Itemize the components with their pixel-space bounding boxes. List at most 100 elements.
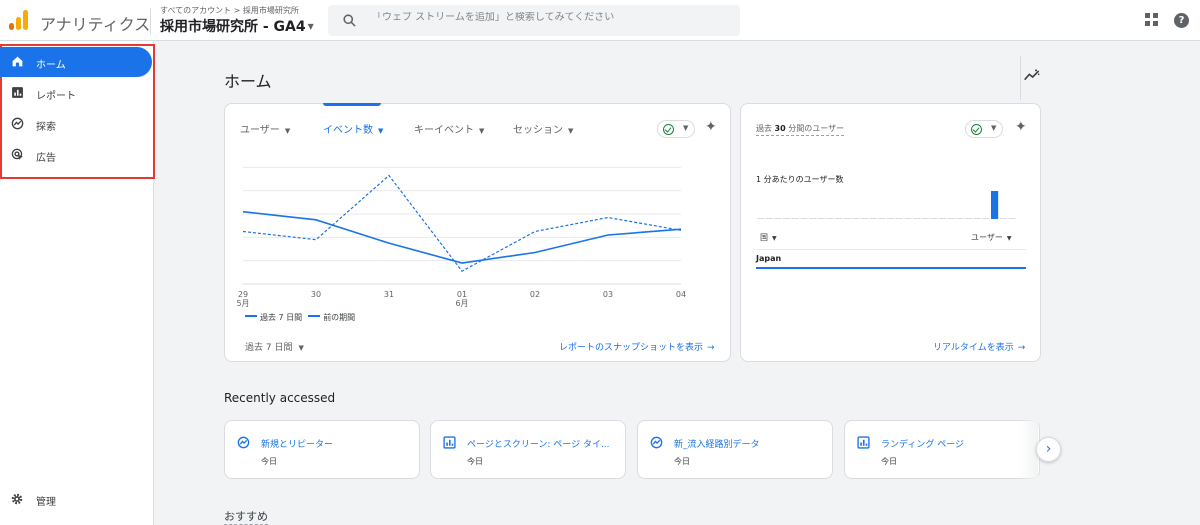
sidebar-item-home[interactable]: ホーム [0,47,152,77]
date-range-selector[interactable]: 過去 7 日間 ▼ [245,340,304,353]
minute-bar [878,218,886,219]
chevron-down-icon: ▼ [1006,235,1012,242]
minute-bar [783,218,791,219]
recent-item-date: 今日 [467,457,483,466]
minute-bar [791,218,799,219]
sidebar-item-explore[interactable]: 探索 [0,109,152,139]
apps-grid-icon[interactable] [1145,13,1159,27]
minute-bar [887,218,895,219]
search-icon [343,14,356,27]
sidebar-item-label: 探索 [36,122,56,133]
x-tick-label: 02 [529,290,541,299]
minute-bar [895,218,903,219]
realtime-title-prefix: 過去 [756,124,772,133]
minute-bar [757,218,765,219]
minute-bar [774,218,782,219]
admin-label: 管理 [36,497,56,508]
sidebar-item-label: 広告 [36,153,56,164]
recent-item-title: ランディング ページ [881,440,965,450]
chart-legend: 過去 7 日間 前の期間 [245,312,355,323]
recent-item-card[interactable]: ページとスクリーン: ページ タイ... 今日 [430,420,626,479]
x-tick-label: 01 6月 [455,290,469,308]
sidebar-item-advertising[interactable]: 広告 [0,140,152,170]
minute-bar [982,218,990,219]
recent-item-date: 今日 [881,457,897,466]
minute-bar [843,218,851,219]
x-tick-label: 30 [310,290,322,299]
divider [150,8,151,34]
realtime-title-number: 30 [774,124,786,133]
search-box[interactable] [328,5,740,36]
bar-chart-icon [12,87,23,98]
page-title: ホーム [224,72,272,91]
date-range-label: 過去 7 日間 [245,343,293,353]
users-column-header[interactable]: ユーザー ▼ [971,232,1011,243]
minute-bar [835,218,843,219]
column-label: ユーザー [971,233,1003,242]
minute-bar [765,218,773,219]
app-title: アナリティクス [40,15,151,34]
divider [756,249,1026,250]
minute-bar [973,218,981,219]
recent-item-title: 新_流入経路別データ [674,440,760,450]
breadcrumb[interactable]: すべてのアカウント > 採用市場研究所 [160,5,299,16]
recently-accessed-title: Recently accessed [224,391,336,405]
minute-bar [999,218,1007,219]
minute-bar [800,218,808,219]
country-column-header[interactable]: 国 ▼ [760,232,777,243]
x-tick-label: 29 5月 [236,290,250,308]
minute-bar [861,218,869,219]
property-name: 採用市場研究所 - GA4 [160,19,306,35]
minute-bar [1008,218,1016,219]
recent-item-card[interactable]: 新_流入経路別データ 今日 [637,420,833,479]
data-quality-dropdown[interactable]: ▼ [965,120,1003,138]
minute-bar [939,218,947,219]
check-circle-icon [971,124,982,135]
recent-item-title: ページとスクリーン: ページ タイ... [467,440,610,450]
gear-icon [11,493,23,505]
recent-item-card[interactable]: ランディング ページ 今日 [844,420,1040,479]
sidebar-item-reports[interactable]: レポート [0,78,152,108]
recent-item-title: 新規とリピーター [261,440,334,450]
sidebar: ホーム レポート 探索 広告 管理 [0,41,155,525]
chevron-down-icon: ▼ [772,235,777,242]
series-line-previous [242,174,682,272]
recent-item-card[interactable]: 新規とリピーター 今日 [224,420,420,479]
sparkle-icon[interactable]: ✦ [1015,119,1027,135]
chevron-right-icon: › [1045,441,1052,457]
legend-current: 過去 7 日間 [260,313,303,322]
search-input[interactable] [372,12,722,23]
minute-bar [852,218,860,219]
chevron-down-icon: ▼ [307,22,314,31]
sidebar-item-label: ホーム [36,60,66,71]
sidebar-item-label: レポート [36,91,76,102]
realtime-title: 過去 30 分間のユーザー [756,123,845,136]
explore-icon [650,436,663,449]
sidebar-item-admin[interactable]: 管理 [0,488,152,510]
country-row-bar [756,267,1026,269]
minute-bar [817,218,825,219]
minute-bar [965,218,973,219]
legend-solid-swatch [245,315,257,317]
x-tick-label: 31 [383,290,395,299]
bar-chart-icon [443,436,456,449]
next-arrow-button[interactable]: › [1036,437,1061,462]
minute-bar [913,218,921,219]
line-chart [242,166,682,285]
insights-icon[interactable] [1024,68,1040,82]
view-snapshot-link[interactable]: レポートのスナップショットを表示 → [559,340,715,353]
chevron-down-icon: ▼ [298,344,304,352]
view-realtime-link[interactable]: リアルタイムを表示 → [933,340,1025,353]
analytics-logo-icon[interactable] [9,10,29,30]
minute-bar [869,218,877,219]
legend-dashed-swatch [308,315,321,317]
country-row: Japan [756,254,782,263]
property-selector[interactable]: 採用市場研究所 - GA4 ▼ [160,16,314,36]
recent-item-date: 今日 [674,457,690,466]
explore-icon [237,436,250,449]
arrow-right-icon: → [707,343,715,353]
help-icon[interactable]: ? [1174,13,1189,28]
x-tick-label: 03 [602,290,614,299]
explore-icon [11,117,24,130]
overview-card: ユーザー ▼ イベント数 ▼ キーイベント ▼ セッション ▼ ▼ ✦ 29 5月 30 3… [224,103,731,362]
